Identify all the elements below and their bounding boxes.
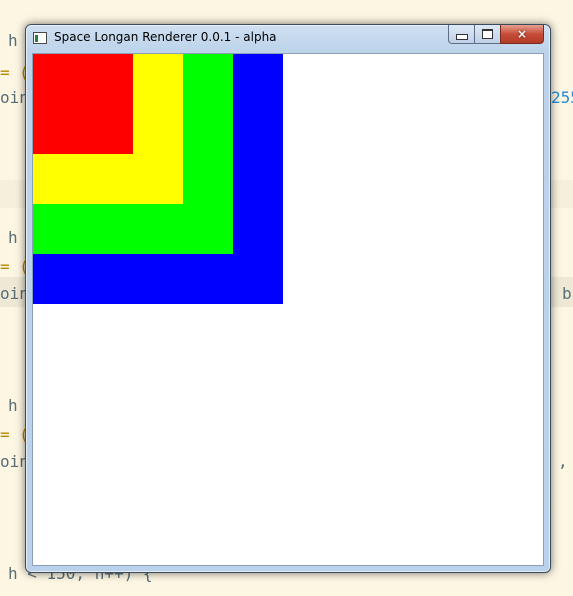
- code-fragment: h: [8, 31, 18, 50]
- close-button[interactable]: ×: [500, 25, 544, 44]
- close-icon: ×: [516, 27, 528, 41]
- code-fragment: ,: [558, 452, 568, 471]
- minimize-button[interactable]: [448, 25, 474, 44]
- code-fragment: h: [8, 396, 18, 415]
- caption-buttons: ×: [448, 25, 544, 44]
- code-fragment: h: [8, 228, 18, 247]
- window-title: Space Longan Renderer 0.0.1 - alpha: [54, 30, 277, 44]
- red-square: [33, 54, 133, 154]
- maximize-icon: [482, 29, 493, 39]
- code-fragment: 255: [551, 88, 573, 107]
- renderer-window: Space Longan Renderer 0.0.1 - alpha ×: [25, 24, 551, 573]
- minimize-icon: [455, 34, 468, 40]
- render-canvas[interactable]: [32, 53, 544, 566]
- title-bar[interactable]: Space Longan Renderer 0.0.1 - alpha ×: [26, 25, 550, 53]
- maximize-button[interactable]: [474, 25, 500, 44]
- app-window-icon[interactable]: [33, 32, 47, 44]
- code-fragment: b: [562, 284, 572, 303]
